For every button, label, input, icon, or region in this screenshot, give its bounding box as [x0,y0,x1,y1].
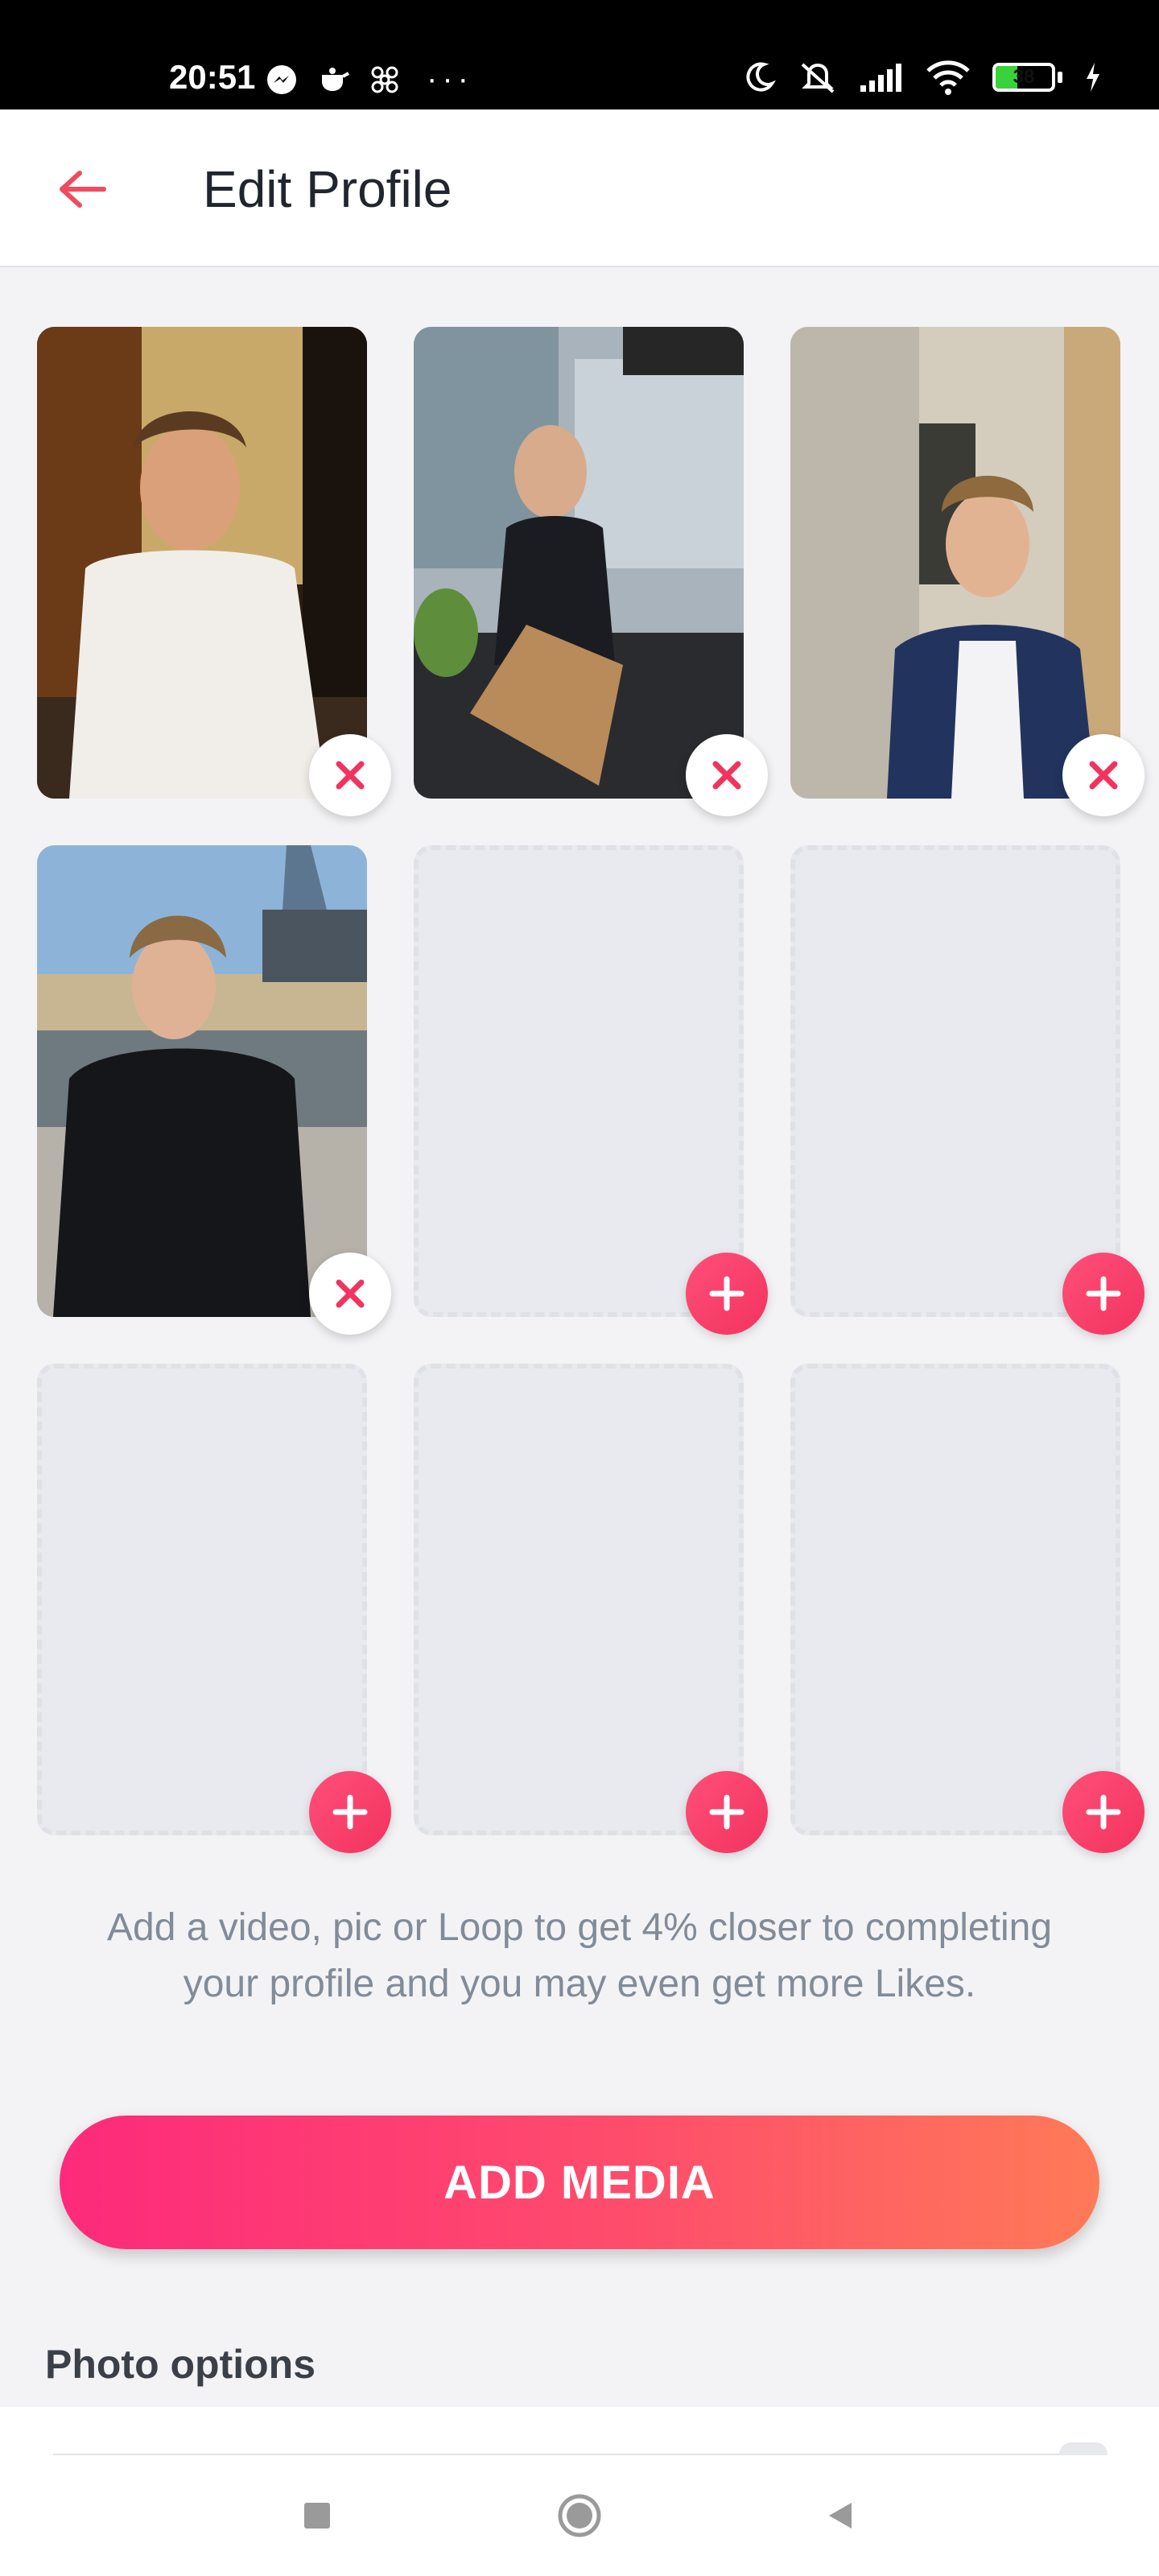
charging-icon [1087,63,1099,92]
close-icon [336,761,365,790]
signal-icon [860,64,901,92]
status-right-icons: 38 [741,60,1103,95]
arrow-left-icon [60,171,106,208]
status-time: 20:51 [169,58,256,96]
media-tile-4[interactable] [37,845,367,1317]
profile-photo-3 [790,327,1120,799]
home-button[interactable] [531,2455,628,2576]
recent-apps-button[interactable] [269,2455,365,2576]
media-tile-7-empty[interactable] [37,1364,367,1835]
remove-photo-4-button[interactable] [309,1253,391,1335]
system-nav-bar [0,2455,1159,2576]
photo-options-heading: Photo options [45,2342,316,2387]
battery-level: 38 [1013,66,1035,88]
more-notifications-dots: ··· [427,61,473,97]
plus-icon [1086,1794,1121,1830]
media-tile-9-empty[interactable] [790,1364,1120,1835]
status-bar: 20:51 ··· 38 [0,0,1159,109]
circle-icon [558,2494,601,2537]
close-icon [336,1279,365,1308]
messenger-icon [267,64,296,94]
remove-photo-1-button[interactable] [309,734,391,816]
teapot-icon [322,67,349,91]
close-icon [712,761,741,790]
profile-completion-hint: Add a video, pic or Loop to get 4% close… [106,1906,1053,2005]
add-media-9-button[interactable] [1062,1771,1145,1853]
back-button[interactable] [45,153,118,225]
profile-photo-2 [414,327,744,799]
media-tile-5-empty[interactable] [414,845,744,1317]
remove-photo-2-button[interactable] [686,734,768,816]
media-tile-8-empty[interactable] [414,1364,744,1835]
moon-icon [746,62,776,92]
add-media-7-button[interactable] [309,1771,391,1853]
page-title: Edit Profile [203,160,452,218]
media-tile-2[interactable] [414,327,744,799]
plus-icon [1086,1276,1121,1311]
add-media-6-button[interactable] [1062,1253,1145,1335]
media-tile-3[interactable] [790,327,1120,799]
square-icon [304,2503,330,2529]
profile-photo-1 [37,327,367,799]
system-back-button[interactable] [792,2455,889,2576]
add-media-8-button[interactable] [686,1771,768,1853]
plus-icon [332,1794,368,1830]
remove-photo-3-button[interactable] [1062,734,1145,816]
triangle-back-icon [829,2503,852,2529]
status-left-icons: ··· [266,61,473,97]
close-icon [1089,761,1118,790]
fan-icon [371,66,398,93]
profile-photo-4 [37,845,367,1317]
mute-icon [801,63,835,93]
plus-icon [709,1794,744,1830]
battery-icon: 38 [992,63,1062,92]
add-media-button[interactable]: ADD MEDIA [60,2116,1099,2249]
plus-icon [709,1276,744,1311]
app-header: Edit Profile [0,109,1159,267]
add-media-5-button[interactable] [686,1253,768,1335]
media-tile-6-empty[interactable] [790,845,1120,1317]
photo-options-card [0,2407,1159,2467]
media-tile-1[interactable] [37,327,367,799]
wifi-icon [926,60,970,95]
